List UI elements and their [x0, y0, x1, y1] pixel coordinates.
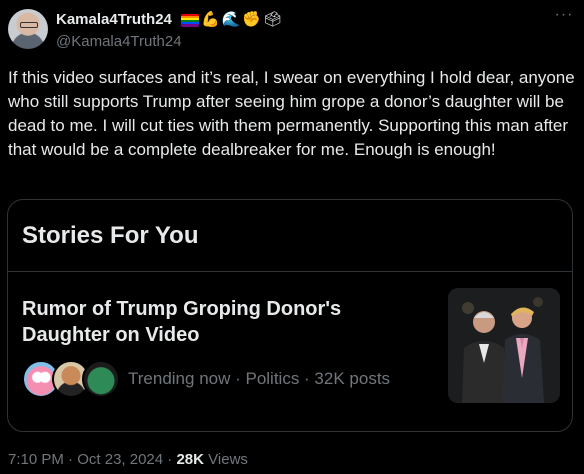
meta-separator-2: ·	[163, 451, 177, 468]
avatar-glasses-detail	[20, 22, 38, 28]
post: Kamala4Truth24 💪 🌊 ✊ 🗳 @Kamala4Truth24 ·…	[0, 0, 584, 474]
story-thumbnail[interactable]	[448, 288, 560, 403]
story-avatars	[22, 360, 122, 398]
flexed-biceps-icon: 💪	[201, 11, 220, 28]
green-character-avatar-icon	[82, 360, 120, 398]
meta-separator: ·	[63, 451, 78, 468]
ballot-box-icon: 🗳	[263, 11, 283, 28]
card-header: Stories For You	[22, 222, 199, 249]
wave-icon: 🌊	[221, 11, 241, 28]
story-trending-meta: Trending now · Politics · 32K posts	[128, 369, 391, 388]
rainbow-flag-icon	[181, 13, 199, 27]
more-horizontal-icon[interactable]: ···	[554, 7, 574, 26]
story-title[interactable]: Rumor of Trump Groping Donor's Daughter …	[22, 296, 392, 348]
display-name-emojis: 💪 🌊 ✊ 🗳	[181, 11, 282, 29]
author-avatar[interactable]	[8, 9, 48, 49]
card-divider	[8, 271, 572, 272]
post-text: If this video surfaces and it’s real, I …	[8, 68, 575, 159]
raised-fist-icon: ✊	[242, 11, 262, 28]
author-display-name[interactable]: Kamala4Truth24	[56, 11, 172, 28]
author-handle[interactable]: @Kamala4Truth24	[56, 33, 182, 50]
thumbnail-photo	[448, 288, 560, 403]
post-meta: 7:10 PM · Oct 23, 2024 · 28K Views	[8, 451, 248, 468]
post-date[interactable]: Oct 23, 2024	[77, 451, 163, 468]
post-time[interactable]: 7:10 PM	[8, 451, 64, 468]
views-label: Views	[204, 451, 248, 468]
views-count: 28K	[176, 451, 204, 468]
stories-card[interactable]: Stories For You Rumor of Trump Groping D…	[7, 199, 573, 432]
